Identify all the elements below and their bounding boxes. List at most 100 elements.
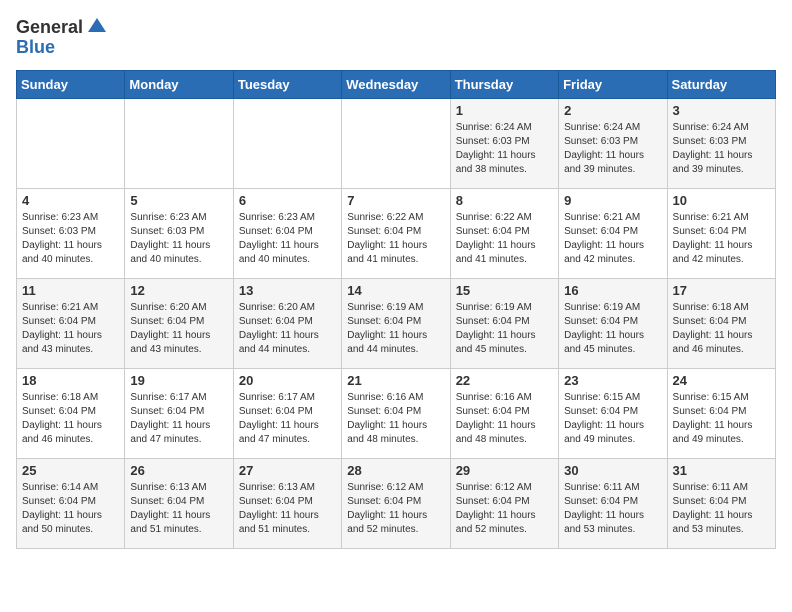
week-row-5: 25Sunrise: 6:14 AM Sunset: 6:04 PM Dayli…	[17, 459, 776, 549]
calendar-cell: 29 Sunrise: 6:12 AM Sunset: 6:04 PM Dayli…	[450, 459, 558, 549]
day-info: Sunrise: 6:13 AM Sunset: 6:04 PM Dayligh…	[130, 481, 227, 537]
calendar-cell: 18 Sunrise: 6:18 AM Sunset: 6:04 PM Dayli…	[17, 369, 125, 459]
calendar-table: SundayMondayTuesdayWednesdayThursdayFrid…	[16, 70, 776, 549]
day-number: 9	[564, 193, 661, 208]
day-info: Sunrise: 6:22 AM Sunset: 6:04 PM Dayligh…	[347, 211, 444, 267]
logo: General Blue	[16, 16, 106, 58]
day-info: Sunrise: 6:19 AM Sunset: 6:04 PM Dayligh…	[347, 301, 444, 357]
day-number: 13	[239, 283, 336, 298]
day-number: 14	[347, 283, 444, 298]
weekday-header-thursday: Thursday	[450, 71, 558, 99]
day-number: 22	[456, 373, 553, 388]
day-number: 1	[456, 103, 553, 118]
day-info: Sunrise: 6:21 AM Sunset: 6:04 PM Dayligh…	[673, 211, 770, 267]
week-row-1: 1 Sunrise: 6:24 AM Sunset: 6:03 PM Daylig…	[17, 99, 776, 189]
day-number: 30	[564, 463, 661, 478]
day-number: 20	[239, 373, 336, 388]
weekday-header-friday: Friday	[559, 71, 667, 99]
weekday-header-tuesday: Tuesday	[233, 71, 341, 99]
day-number: 15	[456, 283, 553, 298]
calendar-cell: 11 Sunrise: 6:21 AM Sunset: 6:04 PM Dayli…	[17, 279, 125, 369]
calendar-cell: 28 Sunrise: 6:12 AM Sunset: 6:04 PM Dayli…	[342, 459, 450, 549]
calendar-cell	[233, 99, 341, 189]
day-info: Sunrise: 6:17 AM Sunset: 6:04 PM Dayligh…	[239, 391, 336, 447]
calendar-cell: 13 Sunrise: 6:20 AM Sunset: 6:04 PM Dayli…	[233, 279, 341, 369]
calendar-cell: 8 Sunrise: 6:22 AM Sunset: 6:04 PM Daylig…	[450, 189, 558, 279]
day-number: 6	[239, 193, 336, 208]
page-header: General Blue	[16, 16, 776, 58]
day-info: Sunrise: 6:12 AM Sunset: 6:04 PM Dayligh…	[456, 481, 553, 537]
day-info: Sunrise: 6:22 AM Sunset: 6:04 PM Dayligh…	[456, 211, 553, 267]
calendar-cell: 30 Sunrise: 6:11 AM Sunset: 6:04 PM Dayli…	[559, 459, 667, 549]
day-number: 19	[130, 373, 227, 388]
day-number: 5	[130, 193, 227, 208]
logo-bird-icon	[88, 16, 106, 34]
day-info: Sunrise: 6:23 AM Sunset: 6:03 PM Dayligh…	[130, 211, 227, 267]
calendar-cell: 10 Sunrise: 6:21 AM Sunset: 6:04 PM Dayli…	[667, 189, 775, 279]
calendar-cell: 7 Sunrise: 6:22 AM Sunset: 6:04 PM Daylig…	[342, 189, 450, 279]
calendar-cell	[342, 99, 450, 189]
weekday-header-saturday: Saturday	[667, 71, 775, 99]
weekday-header-sunday: Sunday	[17, 71, 125, 99]
day-info: Sunrise: 6:11 AM Sunset: 6:04 PM Dayligh…	[564, 481, 661, 537]
day-number: 29	[456, 463, 553, 478]
day-info: Sunrise: 6:16 AM Sunset: 6:04 PM Dayligh…	[456, 391, 553, 447]
logo-blue-text: Blue	[16, 37, 106, 58]
day-info: Sunrise: 6:20 AM Sunset: 6:04 PM Dayligh…	[239, 301, 336, 357]
weekday-header-row: SundayMondayTuesdayWednesdayThursdayFrid…	[17, 71, 776, 99]
day-number: 3	[673, 103, 770, 118]
day-info: Sunrise: 6:14 AM Sunset: 6:04 PM Dayligh…	[22, 481, 119, 537]
calendar-cell: 1 Sunrise: 6:24 AM Sunset: 6:03 PM Daylig…	[450, 99, 558, 189]
day-info: Sunrise: 6:21 AM Sunset: 6:04 PM Dayligh…	[564, 211, 661, 267]
day-number: 8	[456, 193, 553, 208]
calendar-cell: 3 Sunrise: 6:24 AM Sunset: 6:03 PM Daylig…	[667, 99, 775, 189]
day-number: 16	[564, 283, 661, 298]
calendar-cell: 24 Sunrise: 6:15 AM Sunset: 6:04 PM Dayli…	[667, 369, 775, 459]
weekday-header-monday: Monday	[125, 71, 233, 99]
calendar-cell: 6Sunrise: 6:23 AM Sunset: 6:04 PM Daylig…	[233, 189, 341, 279]
calendar-cell: 5 Sunrise: 6:23 AM Sunset: 6:03 PM Daylig…	[125, 189, 233, 279]
day-info: Sunrise: 6:16 AM Sunset: 6:04 PM Dayligh…	[347, 391, 444, 447]
day-number: 27	[239, 463, 336, 478]
calendar-cell: 22 Sunrise: 6:16 AM Sunset: 6:04 PM Dayli…	[450, 369, 558, 459]
calendar-cell: 25Sunrise: 6:14 AM Sunset: 6:04 PM Dayli…	[17, 459, 125, 549]
day-number: 28	[347, 463, 444, 478]
week-row-4: 18 Sunrise: 6:18 AM Sunset: 6:04 PM Dayli…	[17, 369, 776, 459]
day-info: Sunrise: 6:24 AM Sunset: 6:03 PM Dayligh…	[456, 121, 553, 177]
day-info: Sunrise: 6:19 AM Sunset: 6:04 PM Dayligh…	[564, 301, 661, 357]
calendar-cell: 27Sunrise: 6:13 AM Sunset: 6:04 PM Dayli…	[233, 459, 341, 549]
week-row-3: 11 Sunrise: 6:21 AM Sunset: 6:04 PM Dayli…	[17, 279, 776, 369]
calendar-cell: 17 Sunrise: 6:18 AM Sunset: 6:04 PM Dayli…	[667, 279, 775, 369]
day-info: Sunrise: 6:18 AM Sunset: 6:04 PM Dayligh…	[22, 391, 119, 447]
calendar-cell: 12Sunrise: 6:20 AM Sunset: 6:04 PM Dayli…	[125, 279, 233, 369]
day-number: 4	[22, 193, 119, 208]
day-number: 2	[564, 103, 661, 118]
calendar-cell: 26 Sunrise: 6:13 AM Sunset: 6:04 PM Dayli…	[125, 459, 233, 549]
day-info: Sunrise: 6:15 AM Sunset: 6:04 PM Dayligh…	[564, 391, 661, 447]
day-info: Sunrise: 6:24 AM Sunset: 6:03 PM Dayligh…	[673, 121, 770, 177]
calendar-cell	[125, 99, 233, 189]
logo-general-text: General	[16, 17, 83, 38]
day-info: Sunrise: 6:18 AM Sunset: 6:04 PM Dayligh…	[673, 301, 770, 357]
day-number: 11	[22, 283, 119, 298]
day-number: 17	[673, 283, 770, 298]
day-number: 18	[22, 373, 119, 388]
day-info: Sunrise: 6:20 AM Sunset: 6:04 PM Dayligh…	[130, 301, 227, 357]
calendar-cell: 15Sunrise: 6:19 AM Sunset: 6:04 PM Dayli…	[450, 279, 558, 369]
calendar-cell: 21Sunrise: 6:16 AM Sunset: 6:04 PM Dayli…	[342, 369, 450, 459]
weekday-header-wednesday: Wednesday	[342, 71, 450, 99]
calendar-cell	[17, 99, 125, 189]
day-info: Sunrise: 6:24 AM Sunset: 6:03 PM Dayligh…	[564, 121, 661, 177]
calendar-cell: 19Sunrise: 6:17 AM Sunset: 6:04 PM Dayli…	[125, 369, 233, 459]
day-info: Sunrise: 6:15 AM Sunset: 6:04 PM Dayligh…	[673, 391, 770, 447]
day-number: 7	[347, 193, 444, 208]
calendar-cell: 20 Sunrise: 6:17 AM Sunset: 6:04 PM Dayli…	[233, 369, 341, 459]
day-info: Sunrise: 6:12 AM Sunset: 6:04 PM Dayligh…	[347, 481, 444, 537]
calendar-cell: 31Sunrise: 6:11 AM Sunset: 6:04 PM Dayli…	[667, 459, 775, 549]
day-number: 10	[673, 193, 770, 208]
day-number: 31	[673, 463, 770, 478]
day-info: Sunrise: 6:21 AM Sunset: 6:04 PM Dayligh…	[22, 301, 119, 357]
day-number: 24	[673, 373, 770, 388]
day-number: 26	[130, 463, 227, 478]
calendar-cell: 14 Sunrise: 6:19 AM Sunset: 6:04 PM Dayli…	[342, 279, 450, 369]
